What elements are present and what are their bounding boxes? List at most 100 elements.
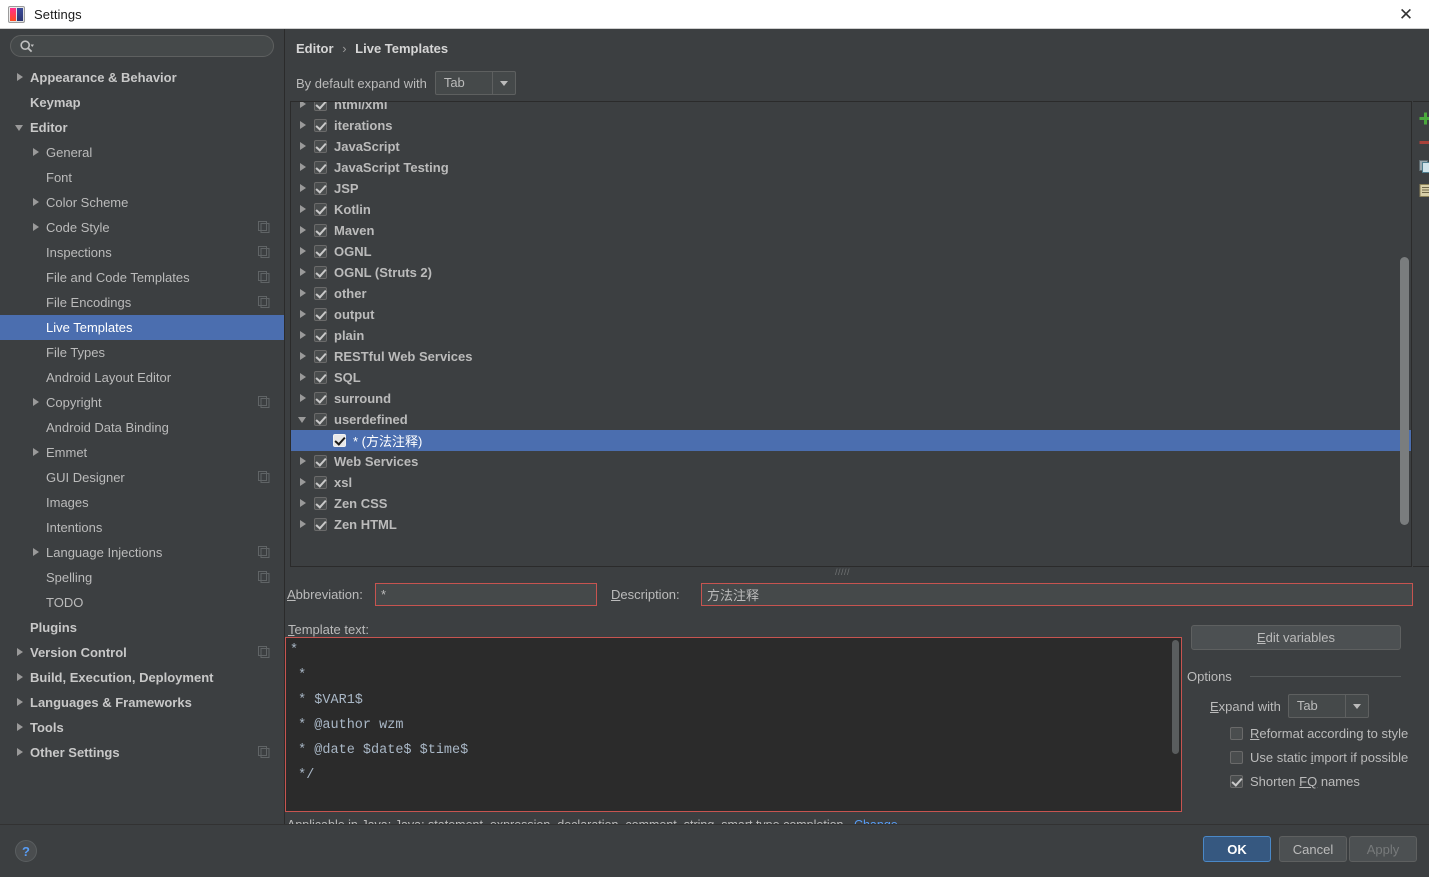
sidebar-item-android-layout-editor[interactable]: Android Layout Editor [0,365,284,390]
chevron-right-icon[interactable] [297,203,310,216]
option-shorten-fq-names[interactable]: Shorten FQ names [1230,774,1360,789]
live-templates-list[interactable]: html/xml iterations JavaScript JavaScript T… [290,101,1412,567]
template-group-row[interactable]: RESTful Web Services [291,346,1411,367]
chevron-right-icon[interactable] [297,371,310,384]
template-enabled-checkbox[interactable] [314,476,327,489]
template-enabled-checkbox[interactable] [314,102,327,111]
sidebar-item-gui-designer[interactable]: GUI Designer [0,465,284,490]
template-group-row[interactable]: other [291,283,1411,304]
apply-button[interactable]: Apply [1349,836,1417,862]
chevron-right-icon[interactable] [14,646,27,659]
sidebar-item-todo[interactable]: TODO [0,590,284,615]
chevron-right-icon[interactable] [297,287,310,300]
checkbox-static-import[interactable] [1230,751,1243,764]
template-text-editor[interactable]: * * * $VAR1$ * @author wzm * @date $date… [285,637,1182,812]
chevron-right-icon[interactable] [297,350,310,363]
abbreviation-input[interactable] [376,587,596,602]
chevron-right-icon[interactable] [14,671,27,684]
template-group-row[interactable]: JavaScript [291,136,1411,157]
template-group-row[interactable]: Web Services [291,451,1411,472]
chevron-right-icon[interactable] [297,266,310,279]
template-enabled-checkbox[interactable] [314,287,327,300]
chevron-right-icon[interactable] [297,102,310,111]
option-reformat-according-to-style[interactable]: Reformat according to style [1230,726,1408,741]
sidebar-item-images[interactable]: Images [0,490,284,515]
template-group-row[interactable]: OGNL [291,241,1411,262]
sidebar-item-file-and-code-templates[interactable]: File and Code Templates [0,265,284,290]
template-enabled-checkbox[interactable] [314,266,327,279]
sidebar-item-appearance-behavior[interactable]: Appearance & Behavior [0,65,284,90]
abbreviation-field[interactable] [375,583,597,606]
template-group-row[interactable]: xsl [291,472,1411,493]
sidebar-item-build-execution-deployment[interactable]: Build, Execution, Deployment [0,665,284,690]
template-group-row[interactable]: * (方法注释) [291,430,1411,451]
templates-scrollbar-thumb[interactable] [1400,257,1409,525]
restore-defaults-button[interactable] [1413,178,1429,202]
sidebar-item-file-encodings[interactable]: File Encodings [0,290,284,315]
default-expand-with-select[interactable]: Tab [434,71,516,95]
chevron-right-icon[interactable] [297,245,310,258]
chevron-right-icon[interactable] [297,392,310,405]
checkbox-reformat[interactable] [1230,727,1243,740]
sidebar-item-code-style[interactable]: Code Style [0,215,284,240]
chevron-right-icon[interactable] [14,721,27,734]
sidebar-item-file-types[interactable]: File Types [0,340,284,365]
sidebar-item-copyright[interactable]: Copyright [0,390,284,415]
chevron-right-icon[interactable] [30,396,43,409]
template-enabled-checkbox[interactable] [314,140,327,153]
cancel-button[interactable]: Cancel [1279,836,1347,862]
template-enabled-checkbox[interactable] [314,245,327,258]
sidebar-item-version-control[interactable]: Version Control [0,640,284,665]
ok-button[interactable]: OK [1203,836,1271,862]
sidebar-item-plugins[interactable]: Plugins [0,615,284,640]
sidebar-item-tools[interactable]: Tools [0,715,284,740]
search-input[interactable] [39,36,267,56]
template-group-row[interactable]: iterations [291,115,1411,136]
sidebar-item-inspections[interactable]: Inspections [0,240,284,265]
chevron-down-icon[interactable] [14,121,27,134]
template-enabled-checkbox[interactable] [314,119,327,132]
template-enabled-checkbox[interactable] [314,413,327,426]
close-icon[interactable]: ✕ [1383,0,1429,28]
chevron-right-icon[interactable] [30,221,43,234]
help-button[interactable]: ? [15,840,37,862]
chevron-right-icon[interactable] [297,476,310,489]
template-enabled-checkbox[interactable] [333,434,346,447]
template-group-row[interactable]: plain [291,325,1411,346]
chevron-right-icon[interactable] [297,182,310,195]
chevron-right-icon[interactable] [14,696,27,709]
option-use-static-import[interactable]: Use static import if possible [1230,750,1408,765]
template-group-row[interactable]: OGNL (Struts 2) [291,262,1411,283]
search-box[interactable] [10,35,274,57]
template-enabled-checkbox[interactable] [314,371,327,384]
chevron-right-icon[interactable] [297,497,310,510]
template-enabled-checkbox[interactable] [314,161,327,174]
chevron-right-icon[interactable] [14,71,27,84]
template-editor-scrollbar-thumb[interactable] [1172,640,1179,754]
sidebar-item-general[interactable]: General [0,140,284,165]
chevron-right-icon[interactable] [297,224,310,237]
chevron-right-icon[interactable] [297,161,310,174]
template-enabled-checkbox[interactable] [314,350,327,363]
sidebar-item-color-scheme[interactable]: Color Scheme [0,190,284,215]
chevron-down-icon[interactable] [491,72,515,94]
sidebar-item-other-settings[interactable]: Other Settings [0,740,284,765]
chevron-down-icon[interactable] [297,413,310,426]
template-group-row[interactable]: html/xml [291,102,1411,115]
duplicate-template-button[interactable] [1413,154,1429,178]
chevron-right-icon[interactable] [30,546,43,559]
template-group-row[interactable]: Maven [291,220,1411,241]
template-group-row[interactable]: Kotlin [291,199,1411,220]
template-group-row[interactable]: JSP [291,178,1411,199]
chevron-right-icon[interactable] [30,196,43,209]
chevron-right-icon[interactable] [297,140,310,153]
sidebar-item-emmet[interactable]: Emmet [0,440,284,465]
template-group-row[interactable]: Zen HTML [291,514,1411,535]
description-field[interactable] [701,583,1413,606]
chevron-right-icon[interactable] [297,518,310,531]
chevron-right-icon[interactable] [297,329,310,342]
sidebar-item-keymap[interactable]: Keymap [0,90,284,115]
template-group-row[interactable]: surround [291,388,1411,409]
sidebar-item-intentions[interactable]: Intentions [0,515,284,540]
sidebar-item-font[interactable]: Font [0,165,284,190]
